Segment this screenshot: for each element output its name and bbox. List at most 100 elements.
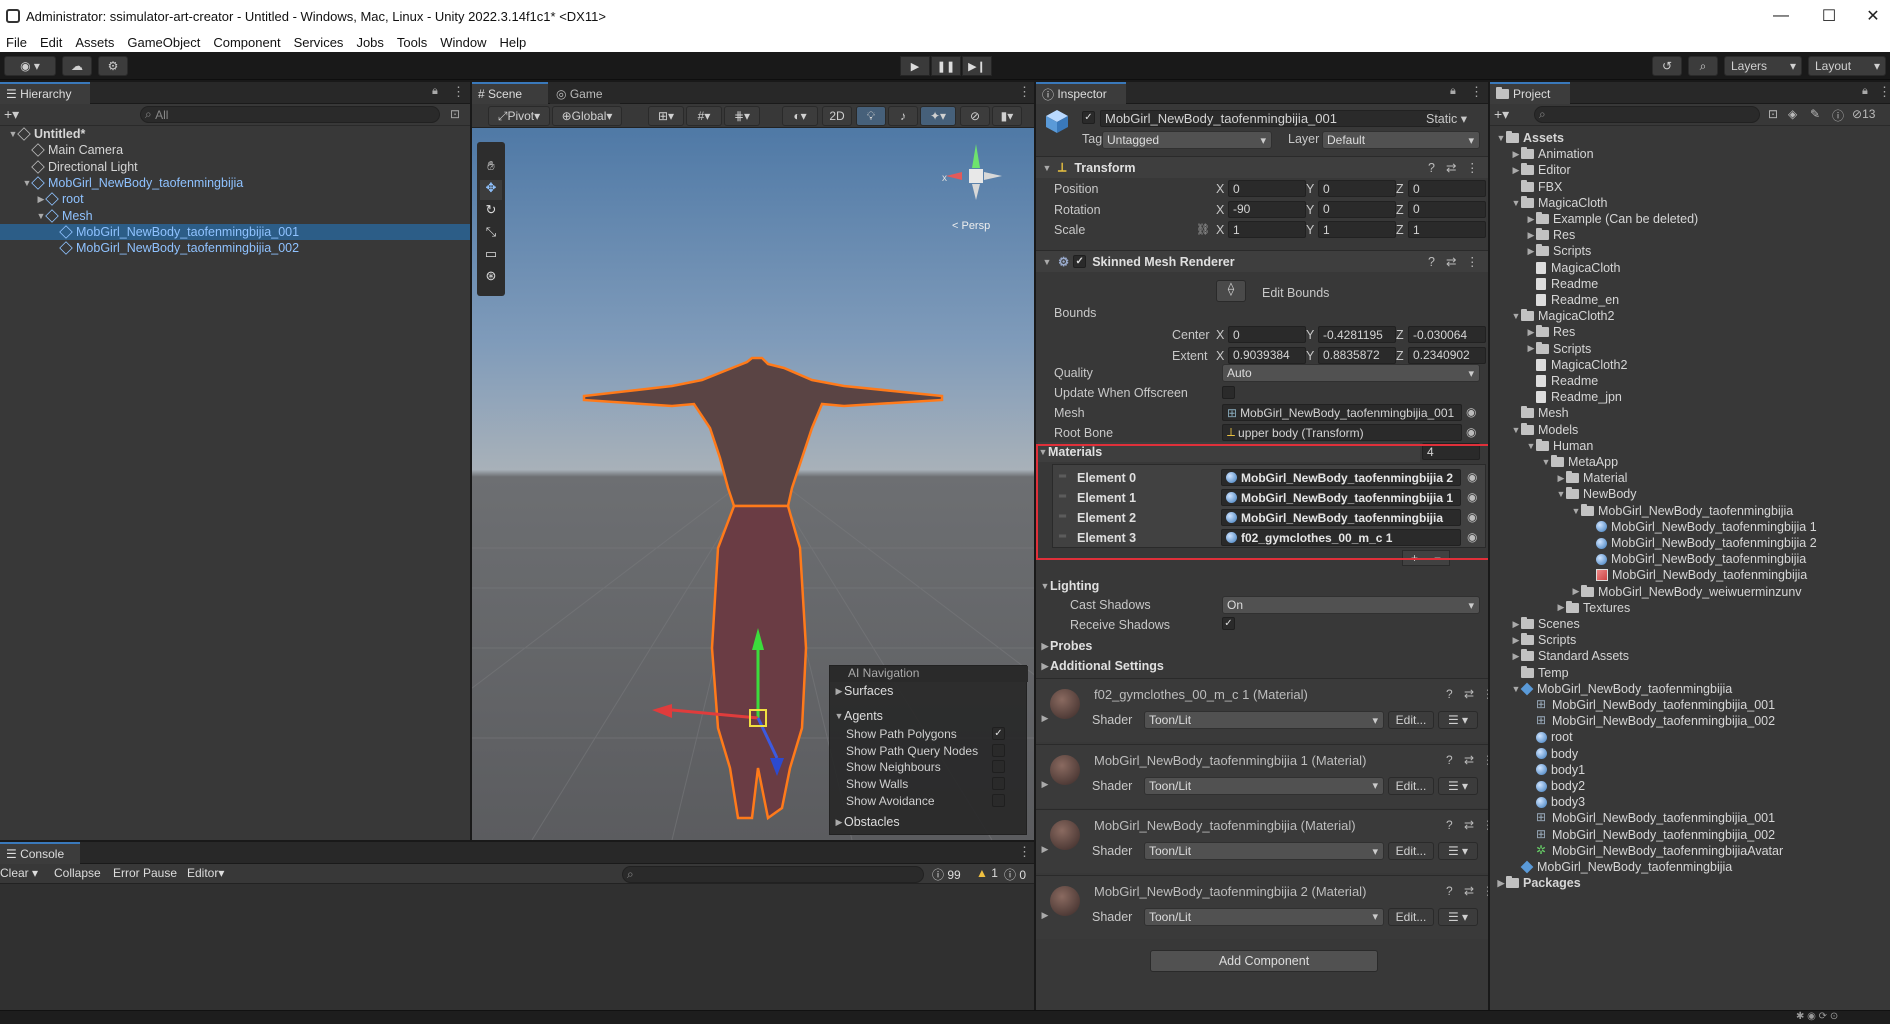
tab-hierarchy[interactable]: ☰ Hierarchy [0, 82, 90, 104]
transform-scale-x-field[interactable]: 1 [1228, 221, 1306, 238]
material-help-icon[interactable]: ? [1446, 687, 1453, 701]
search-by-type-icon[interactable]: ⊡ [1768, 107, 1778, 121]
history-icon[interactable]: ↺ [1652, 56, 1682, 76]
menu-item-file[interactable]: File [5, 35, 34, 50]
ai-nav-option-checkbox[interactable] [992, 793, 1005, 807]
project-item[interactable]: ▼ MagicaCloth [1490, 195, 1890, 211]
material-preview-icon[interactable] [1050, 885, 1080, 916]
transform-tool-icon[interactable]: ⊛ [480, 268, 502, 288]
ai-nav-option[interactable]: Show Neighbours [846, 759, 1026, 775]
renderer-menu-icon[interactable]: ⋮ [1466, 254, 1479, 269]
move-tool-icon[interactable]: ✥ [480, 180, 502, 200]
material-menu-icon[interactable]: ⋮ [1482, 884, 1488, 898]
ai-nav-obstacles[interactable]: ▶ Obstacles [834, 814, 900, 830]
object-name-field[interactable]: MobGirl_NewBody_taofenmingbijia_001 [1100, 110, 1440, 127]
project-item[interactable]: ⊞ MobGirl_NewBody_taofenmingbijia_002 [1490, 713, 1890, 729]
material-preview-icon[interactable] [1050, 754, 1080, 785]
layout-dropdown[interactable]: Layout ▾ [1808, 56, 1886, 76]
transform-help-icon[interactable]: ? [1428, 161, 1435, 175]
ai-nav-option-checkbox[interactable] [992, 777, 1005, 791]
bounds-extent-z-field[interactable]: 0.2340902 [1408, 346, 1486, 364]
global-dropdown[interactable]: ⊕ Global ▾ [552, 106, 622, 126]
project-item[interactable]: ▶ Example (Can be deleted) [1490, 211, 1890, 227]
lighting-foldout[interactable]: ▼ Lighting [1040, 578, 1100, 594]
hierarchy-item[interactable]: Directional Light [0, 159, 470, 175]
mesh-picker-icon[interactable]: ◉ [1466, 405, 1476, 419]
expand-arrow-icon[interactable]: ▼ [1556, 489, 1566, 499]
renderer-preset-icon[interactable]: ⇄ [1446, 254, 1456, 269]
shader-edit-button[interactable]: Edit... [1388, 907, 1434, 926]
material-expand-arrow-icon[interactable]: ▶ [1040, 713, 1050, 724]
drag-handle-icon[interactable]: ═ [1059, 491, 1066, 502]
search-by-label-icon[interactable]: ◈ [1788, 107, 1797, 121]
material-expand-arrow-icon[interactable]: ▶ [1040, 910, 1050, 921]
console-log-area[interactable] [0, 884, 1034, 1010]
menu-item-help[interactable]: Help [499, 35, 534, 50]
transform-preset-icon[interactable]: ⇄ [1446, 160, 1456, 175]
renderer-help-icon[interactable]: ? [1428, 255, 1435, 269]
hierarchy-item[interactable]: ▼ MobGirl_NewBody_taofenmingbijia [0, 175, 470, 191]
static-toggle[interactable]: Static ▾ [1426, 111, 1467, 126]
effects-toggle-icon[interactable]: ✦▾ [920, 106, 956, 126]
receive-shadows-checkbox[interactable]: ✓ [1222, 617, 1235, 630]
expand-arrow-icon[interactable]: ▶ [1526, 214, 1536, 225]
ai-nav-option-checkbox[interactable] [992, 743, 1005, 757]
scale-tool-icon[interactable]: ⤡ [480, 224, 502, 244]
add-element-button[interactable]: + [1411, 551, 1418, 565]
grid-icon[interactable]: #▾ [686, 106, 722, 126]
project-item[interactable]: ⊞ MobGirl_NewBody_taofenmingbijia_001 [1490, 697, 1890, 713]
material-menu-icon[interactable]: ⋮ [1482, 687, 1488, 701]
shader-dropdown[interactable]: Toon/Lit [1144, 776, 1384, 795]
play-button[interactable]: ▶ [900, 56, 930, 76]
bounds-extent-x-field[interactable]: 0.9039384 [1228, 346, 1306, 364]
drag-handle-icon[interactable]: ═ [1059, 511, 1066, 522]
project-item[interactable]: MobGirl_NewBody_taofenmingbijia [1490, 859, 1890, 875]
constrain-proportions-icon[interactable]: ⛓ [1196, 223, 1210, 236]
hierarchy-item[interactable]: ▼ Untitled* [0, 126, 470, 142]
bounds-center-z-field[interactable]: -0.030064 [1408, 326, 1486, 343]
expand-arrow-icon[interactable]: ▶ [1526, 246, 1536, 257]
skinned-mesh-renderer-header[interactable]: ▼ ⚙ ✓ Skinned Mesh Renderer ? ⇄ ⋮ [1036, 250, 1488, 272]
transform-rotation-x-field[interactable]: -90 [1228, 200, 1306, 218]
expand-arrow-icon[interactable]: ▶ [1511, 165, 1521, 176]
inspector-more-icon[interactable]: ⋮ [1470, 84, 1483, 100]
project-item[interactable]: ▶ Textures [1490, 600, 1890, 616]
project-item[interactable]: ⊞ MobGirl_NewBody_taofenmingbijia_002 [1490, 827, 1890, 843]
tab-scene[interactable]: # Scene [472, 82, 548, 104]
expand-arrow-icon[interactable]: ▶ [1511, 635, 1521, 646]
material-preset-icon[interactable]: ⇄ [1464, 753, 1474, 767]
project-item[interactable]: FBX [1490, 179, 1890, 195]
project-item[interactable]: Mesh [1490, 405, 1890, 421]
expand-arrow-icon[interactable]: ▶ [1496, 878, 1506, 889]
inspector-lock-icon[interactable]: 🔒︎ [1450, 85, 1456, 98]
material-expand-arrow-icon[interactable]: ▶ [1040, 844, 1050, 855]
ai-nav-surfaces[interactable]: ▶ Surfaces [834, 683, 894, 699]
material-element-field[interactable]: MobGirl_NewBody_taofenmingbijia [1221, 509, 1461, 526]
tab-game[interactable]: ◎ Game [550, 82, 620, 104]
project-search-input[interactable]: ⌕ [1534, 106, 1760, 123]
account-button[interactable]: ◉ ▾ [4, 56, 56, 76]
scene-more-icon[interactable]: ⋮ [1018, 84, 1031, 100]
ai-nav-option-checkbox[interactable] [992, 760, 1005, 774]
increment-snap-icon[interactable]: ⋕▾ [724, 106, 760, 126]
ai-nav-option[interactable]: Show Walls [846, 776, 1026, 792]
project-item[interactable]: ▶ Material [1490, 470, 1890, 486]
additional-settings-foldout[interactable]: ▶ Additional Settings [1040, 658, 1164, 674]
shading-mode-icon[interactable]: ◐▾ [782, 106, 818, 126]
project-item[interactable]: Readme [1490, 373, 1890, 389]
hierarchy-item[interactable]: Main Camera [0, 142, 470, 158]
edit-bounds-button[interactable]: ⟠ [1216, 280, 1246, 302]
project-item[interactable]: Readme [1490, 276, 1890, 292]
project-item[interactable]: MobGirl_NewBody_taofenmingbijia [1490, 567, 1890, 583]
renderer-enabled-checkbox[interactable]: ✓ [1073, 255, 1087, 268]
project-item[interactable]: ▶ Standard Assets [1490, 648, 1890, 664]
shader-menu-button[interactable]: ☰ ▾ [1438, 711, 1478, 729]
project-item[interactable]: ▶ Scenes [1490, 616, 1890, 632]
quality-dropdown[interactable]: Auto [1222, 364, 1480, 382]
expand-arrow-icon[interactable]: ▼ [1511, 311, 1521, 321]
mode-2d-button[interactable]: 2D [822, 106, 852, 126]
favorite-icon[interactable]: ✎ [1810, 107, 1820, 121]
console-more-icon[interactable]: ⋮ [1018, 844, 1031, 860]
editor-dropdown[interactable]: Editor▾ [187, 866, 224, 880]
expand-arrow-icon[interactable]: ▶ [1571, 586, 1581, 597]
